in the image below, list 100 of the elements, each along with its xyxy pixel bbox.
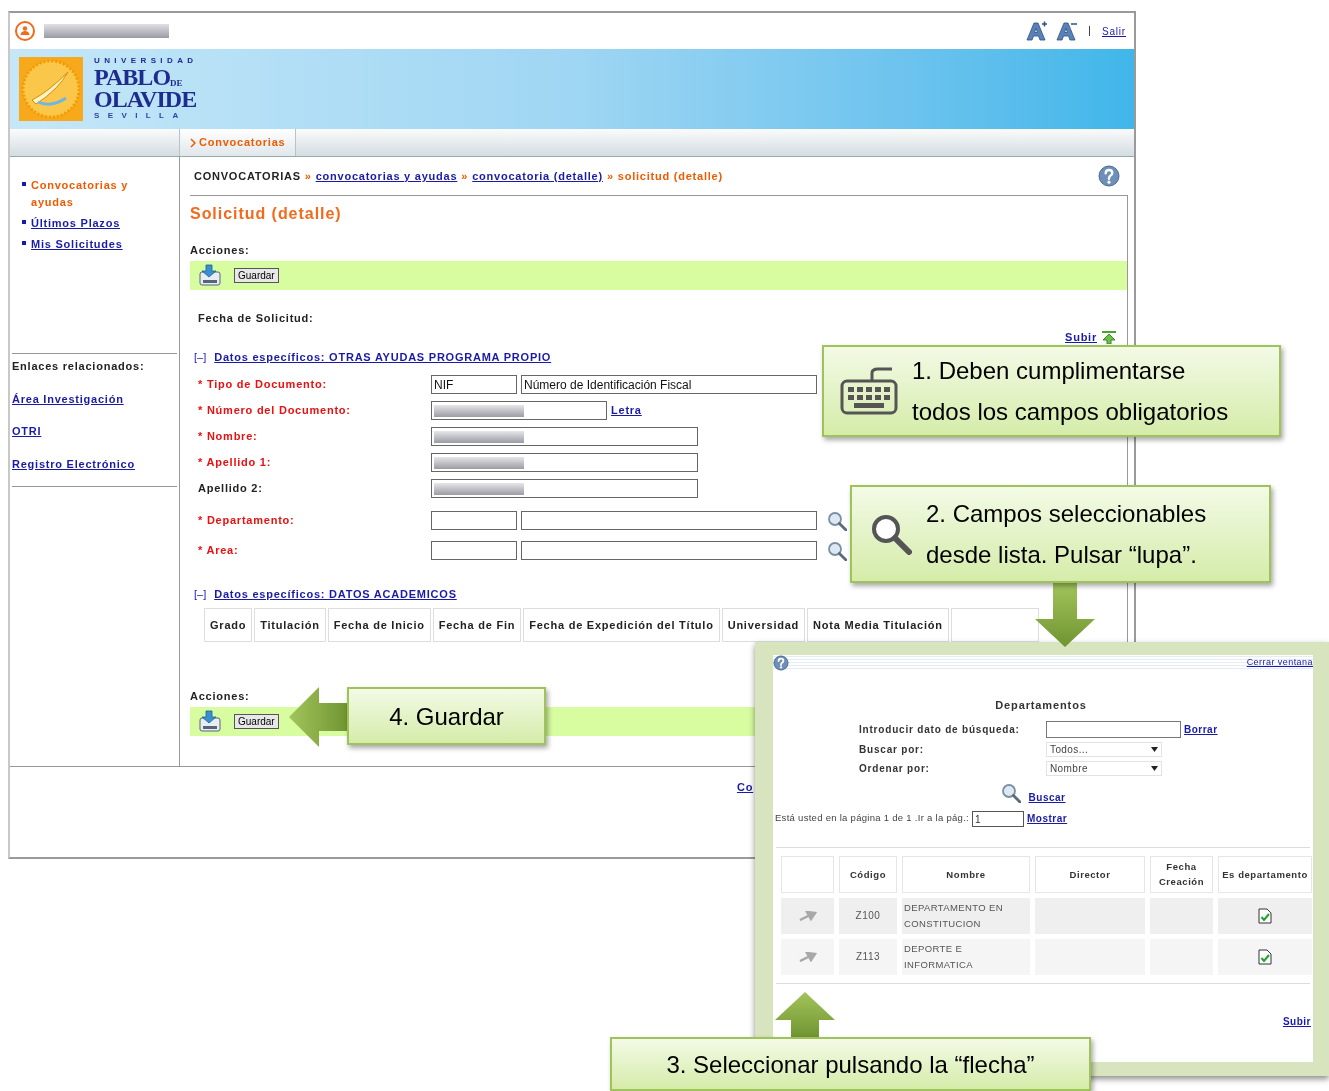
- table-header: Director: [1035, 855, 1145, 893]
- dropdown[interactable]: Nombre: [1046, 760, 1162, 776]
- section-title-link[interactable]: Datos específicos: DATOS ACADEMICOS: [214, 585, 457, 602]
- search-link[interactable]: Buscar: [1028, 789, 1066, 805]
- table-header: Nota Media Titulación: [807, 608, 949, 642]
- description-field[interactable]: Número de Identificación Fiscal: [521, 375, 817, 394]
- exit-link[interactable]: Salir: [1102, 23, 1126, 39]
- table-header: Fecha Creación: [1150, 855, 1213, 893]
- save-button[interactable]: Guardar: [234, 713, 279, 729]
- show-link[interactable]: Mostrar: [1027, 811, 1068, 826]
- clear-link[interactable]: Borrar: [1184, 721, 1218, 737]
- keyboard-icon: [840, 367, 898, 415]
- chevron-icon: [190, 137, 196, 148]
- field-label: Buscar por:: [859, 742, 925, 757]
- dropdown-value: Nombre: [1050, 761, 1088, 776]
- related-link[interactable]: Registro Electrónico: [12, 455, 135, 472]
- breadcrumb-separator: »: [461, 168, 469, 184]
- save-icon[interactable]: [198, 263, 222, 287]
- popup-title: Departamentos: [995, 698, 1087, 713]
- breadcrumb-link[interactable]: convocatorias y ayudas: [315, 167, 458, 185]
- breadcrumb-separator: »: [304, 168, 312, 184]
- related-link[interactable]: Área Investigación: [12, 390, 124, 407]
- breadcrumb-root: CONVOCATORIAS: [194, 168, 301, 184]
- arrow-up-icon[interactable]: [1101, 330, 1117, 344]
- field-label: * Nombre:: [198, 429, 259, 445]
- section-title-link[interactable]: Datos específicos: OTRAS AYUDAS PROGRAMA PROPIO: [214, 349, 552, 366]
- section-label: Acciones:: [190, 689, 250, 704]
- field-label: * Area:: [198, 543, 240, 559]
- table-header: Grado: [204, 608, 253, 642]
- section-label: Acciones:: [190, 243, 250, 258]
- page-title: Solicitud (detalle): [190, 204, 343, 224]
- footer-link[interactable]: Co: [737, 779, 754, 796]
- arrow-up-drawing: [775, 992, 835, 1038]
- code-field[interactable]: NIF: [431, 375, 517, 394]
- dropdown-value: Todos...: [1050, 742, 1089, 757]
- help-icon[interactable]: [773, 655, 789, 671]
- save-icon[interactable]: [198, 709, 222, 733]
- logo-text: DE: [170, 78, 183, 88]
- text-field[interactable]: [431, 479, 698, 498]
- table-header: Fecha de Expedición del Título: [523, 608, 720, 642]
- table-header: Titulación: [254, 608, 326, 642]
- description-field[interactable]: [521, 511, 817, 530]
- table-cell: DEPORTE E INFORMATICA: [902, 938, 1030, 975]
- section-label: Enlaces relacionados:: [12, 359, 146, 374]
- university-emblem-drawing: [18, 56, 84, 122]
- table-header: Nombre: [902, 855, 1030, 893]
- logo-text: SEVILLA: [94, 110, 188, 122]
- sidebar-menu-item[interactable]: Últimos Plazos: [31, 215, 151, 232]
- user-icon: [14, 20, 36, 42]
- code-field[interactable]: [431, 541, 517, 560]
- table-cell: Z100: [839, 897, 897, 934]
- callout-text: 4. Guardar: [388, 701, 505, 732]
- table-header: Fecha de Inicio: [327, 608, 431, 642]
- text-field[interactable]: [431, 401, 607, 420]
- collapse-toggle[interactable]: [–]: [194, 585, 207, 602]
- field-label: Introducir dato de búsqueda:: [859, 722, 1021, 737]
- table-cell: Z113: [839, 938, 897, 975]
- search-icon[interactable]: [1000, 783, 1021, 803]
- field-label: * Tipo de Documento:: [198, 377, 328, 393]
- callout-text: 1. Deben cumplimentarse todos los campos obligatorios: [912, 356, 1229, 427]
- help-icon[interactable]: [1098, 165, 1120, 187]
- back-to-top-link[interactable]: Subir: [1065, 331, 1097, 343]
- font-decrease-icon[interactable]: [1055, 21, 1077, 41]
- breadcrumb-separator: »: [606, 168, 614, 184]
- collapse-toggle[interactable]: [–]: [194, 349, 207, 366]
- page-number-field[interactable]: 1: [972, 810, 1024, 827]
- breadcrumb-link[interactable]: convocatoria (detalle): [472, 167, 603, 185]
- description-field[interactable]: [521, 541, 817, 560]
- callout-text: 3. Seleccionar pulsando la “flecha”: [665, 1049, 1036, 1080]
- search-field[interactable]: [1046, 720, 1181, 738]
- pager-text: Está usted en la página 1 de 1 .Ir a la pág.:: [775, 811, 969, 826]
- caret-icon: [1151, 765, 1158, 771]
- text-field[interactable]: [431, 453, 698, 472]
- field-label: Apellido 2:: [198, 481, 264, 497]
- table-header: [781, 855, 834, 893]
- logo-text: OLAVIDE: [94, 88, 198, 110]
- table-header: Universidad: [721, 608, 806, 642]
- field-label: * Número del Documento:: [198, 403, 352, 419]
- field-label: Fecha de Solicitud:: [198, 310, 315, 326]
- related-link[interactable]: OTRI: [12, 423, 42, 440]
- sidebar-menu-item[interactable]: Mis Solicitudes: [31, 236, 151, 253]
- field-label: * Apellido 1:: [198, 455, 273, 471]
- field-label: * Departamento:: [198, 513, 296, 529]
- close-window-link[interactable]: Cerrar ventana: [1246, 656, 1313, 670]
- search-icon[interactable]: [827, 540, 847, 561]
- magnifier-icon: [870, 513, 912, 555]
- logo-text: UNIVERSIDAD: [94, 56, 198, 66]
- table-header: Código: [839, 855, 897, 893]
- letter-link[interactable]: Letra: [611, 402, 642, 419]
- font-increase-icon[interactable]: [1025, 21, 1047, 41]
- arrow-down-drawing: [1035, 583, 1095, 647]
- save-button[interactable]: Guardar: [234, 267, 279, 283]
- table-cell: DEPARTAMENTO EN CONSTITUCION: [902, 897, 1030, 934]
- search-icon[interactable]: [827, 510, 847, 531]
- dropdown[interactable]: Todos...: [1046, 741, 1162, 757]
- text-field[interactable]: [431, 427, 698, 446]
- table-header: Es departamento: [1218, 855, 1312, 893]
- back-to-top-link[interactable]: Subir: [1282, 1013, 1311, 1029]
- code-field[interactable]: [431, 511, 517, 530]
- breadcrumb-current: solicitud (detalle): [617, 168, 723, 184]
